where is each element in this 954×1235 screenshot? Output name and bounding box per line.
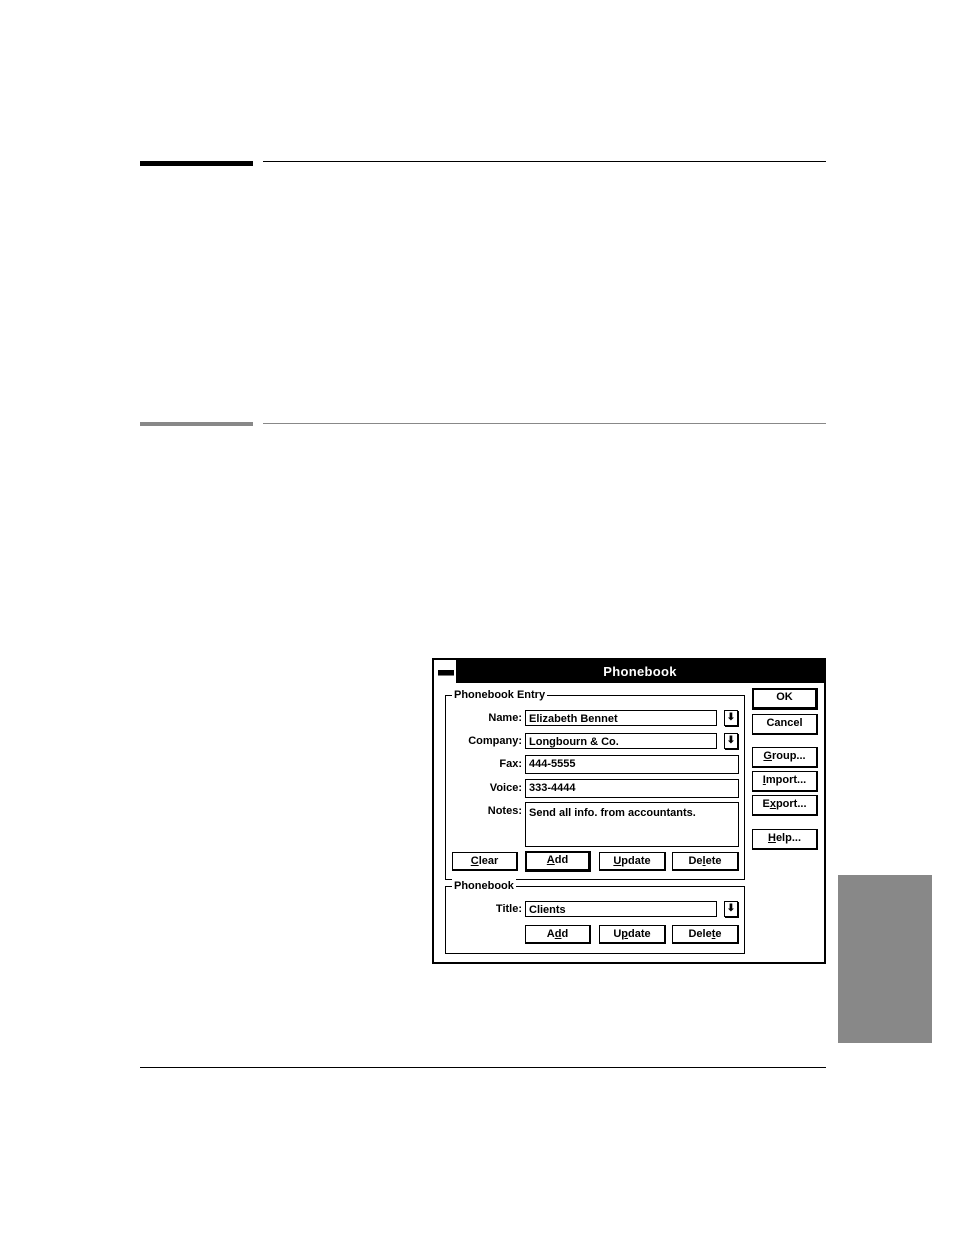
title-bar: Phonebook: [434, 660, 824, 683]
section-rule: [263, 161, 826, 162]
chapter-tab: [838, 875, 932, 1043]
subsection-rule: [263, 423, 826, 424]
entry-update-button[interactable]: Update: [599, 852, 666, 871]
phonebook-group-label: Phonebook: [452, 879, 516, 893]
voice-label: Voice:: [489, 782, 522, 794]
down-arrow-icon: ⬇: [726, 903, 736, 914]
cancel-button[interactable]: Cancel: [752, 714, 818, 735]
minus-bar-icon: [438, 670, 454, 675]
title-field[interactable]: Clients: [525, 901, 717, 917]
phonebook-update-button[interactable]: Update: [599, 925, 666, 944]
phonebook-dialog: Phonebook Phonebook Entry Name: Elizabet…: [432, 658, 826, 964]
company-field[interactable]: Longbourn & Co.: [525, 733, 717, 749]
ok-button[interactable]: OK: [752, 688, 818, 710]
phonebook-entry-group-label: Phonebook Entry: [452, 688, 548, 702]
fax-label: Fax:: [499, 758, 522, 770]
down-arrow-icon: ⬇: [726, 735, 736, 746]
company-dropdown-button[interactable]: ⬇: [724, 733, 738, 749]
notes-label: Notes:: [487, 805, 522, 817]
name-dropdown-button[interactable]: ⬇: [724, 710, 738, 726]
name-field[interactable]: Elizabeth Bennet: [525, 710, 717, 726]
down-arrow-icon: ⬇: [726, 712, 736, 723]
section-rule-thick: [140, 161, 253, 166]
import-button[interactable]: Import...: [752, 771, 818, 792]
system-menu-button[interactable]: [434, 660, 457, 683]
export-button[interactable]: Export...: [752, 795, 818, 816]
subsection-rule-thick: [140, 422, 253, 426]
title-dropdown-button[interactable]: ⬇: [724, 901, 738, 917]
title-label: Title:: [495, 903, 522, 915]
help-button[interactable]: Help...: [752, 829, 818, 850]
fax-field[interactable]: 444-5555: [525, 755, 739, 774]
entry-delete-button[interactable]: Delete: [672, 852, 739, 871]
clear-button[interactable]: Clear: [452, 852, 518, 871]
entry-add-button[interactable]: Add: [525, 851, 591, 872]
footer-rule: [140, 1067, 826, 1068]
dialog-title: Phonebook: [603, 664, 677, 679]
phonebook-add-button[interactable]: Add: [525, 925, 591, 944]
notes-field[interactable]: Send all info. from accountants.: [525, 802, 739, 847]
phonebook-group: Phonebook Title: Clients ⬇ Add Update De…: [445, 879, 745, 954]
phonebook-entry-group: Phonebook Entry Name: Elizabeth Bennet ⬇…: [445, 688, 745, 880]
company-label: Company:: [468, 735, 522, 747]
group-button[interactable]: Group...: [752, 747, 818, 768]
voice-field[interactable]: 333-4444: [525, 779, 739, 798]
name-label: Name:: [488, 712, 522, 724]
phonebook-delete-button[interactable]: Delete: [672, 925, 739, 944]
